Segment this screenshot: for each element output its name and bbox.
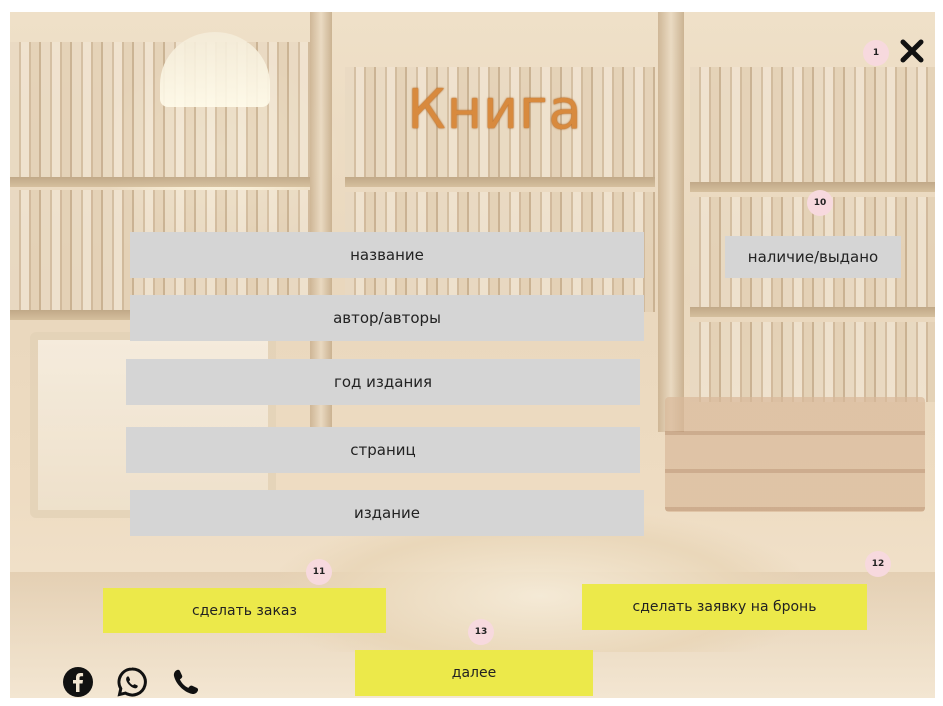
author-field: автор/авторы [130, 295, 644, 341]
phone-icon [173, 669, 199, 695]
shelf-board [345, 177, 655, 187]
shelf-board [690, 307, 935, 317]
close-button[interactable] [897, 36, 927, 66]
edition-field: издание [130, 490, 644, 536]
availability-status: наличие/выдано [725, 236, 901, 278]
reserve-button[interactable]: сделать заявку на бронь [582, 584, 867, 630]
title-field: название [130, 232, 644, 278]
next-button[interactable]: далее [355, 650, 593, 696]
marker-badge: 1 [863, 40, 889, 66]
facebook-icon [63, 667, 93, 697]
shelf-board [690, 182, 935, 192]
year-field: год издания [126, 359, 640, 405]
whatsapp-link[interactable] [116, 666, 148, 698]
facebook-link[interactable] [62, 666, 94, 698]
shelf-post [658, 12, 684, 432]
marker-badge: 12 [865, 551, 891, 577]
marker-badge: 10 [807, 190, 833, 216]
marker-badge: 13 [468, 619, 494, 645]
marker-badge: 11 [306, 559, 332, 585]
order-button[interactable]: сделать заказ [103, 588, 386, 633]
book-stack-image [665, 397, 925, 512]
bookshelf-right-top [690, 67, 935, 182]
pages-field: страниц [126, 427, 640, 473]
close-icon [900, 39, 924, 63]
phone-link[interactable] [170, 666, 202, 698]
page-title: Книга [407, 78, 583, 141]
book-screen: Книга 1 название автор/авторы год издани… [0, 0, 943, 706]
bookshelf-right-bottom [690, 322, 935, 402]
whatsapp-icon [117, 667, 147, 697]
shelf-board [10, 177, 310, 187]
